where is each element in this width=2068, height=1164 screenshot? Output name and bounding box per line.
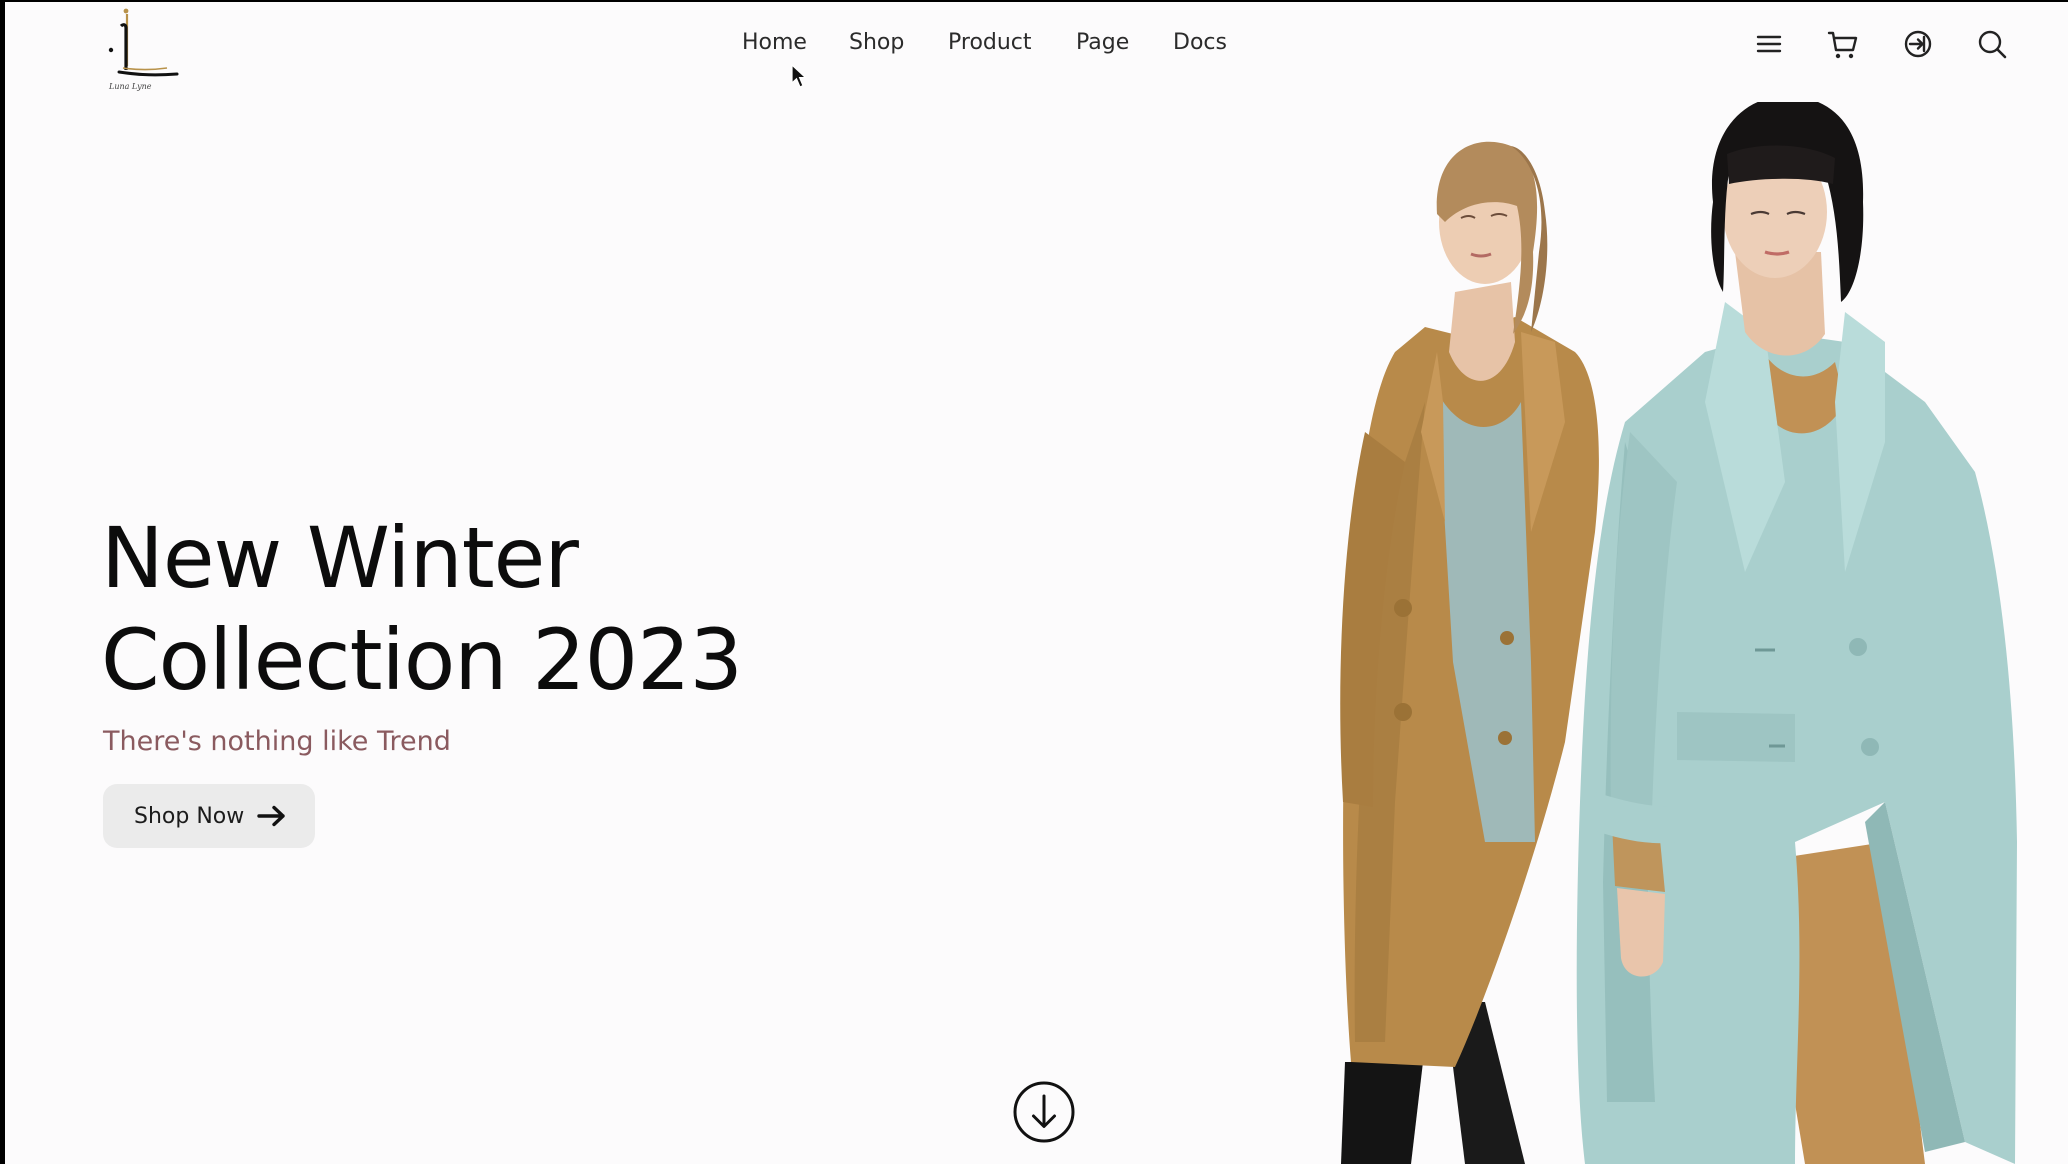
menu-icon[interactable] (1751, 26, 1787, 62)
shop-now-button[interactable]: Shop Now (103, 784, 315, 848)
shop-now-label: Shop Now (134, 803, 245, 829)
logo-script: Luna Lyne (108, 82, 152, 91)
login-icon[interactable] (1900, 26, 1936, 62)
nav-product[interactable]: Product (948, 30, 1032, 55)
landing-page: Luna Lyne Home Shop Product Page Docs Ne… (5, 2, 2068, 1164)
nav-docs[interactable]: Docs (1173, 30, 1227, 55)
brand-logo[interactable]: Luna Lyne (103, 4, 183, 96)
cart-icon[interactable] (1825, 26, 1861, 62)
hero-models-image (1340, 102, 2017, 1164)
nav-page[interactable]: Page (1076, 30, 1129, 55)
hero-title-line-2: Collection 2023 (101, 611, 743, 709)
arrow-down-circle-icon[interactable] (1011, 1079, 1077, 1145)
hero-title-line-1: New Winter (101, 509, 579, 607)
nav-home[interactable]: Home (742, 30, 807, 55)
hero-subtitle: There's nothing like Trend (103, 726, 451, 757)
mouse-cursor-icon (791, 64, 808, 88)
hero-title: New Winter Collection 2023 (101, 507, 821, 711)
logo-mark: Luna Lyne (108, 8, 179, 91)
arrow-right-icon (257, 805, 285, 827)
search-icon[interactable] (1974, 26, 2010, 62)
nav-shop[interactable]: Shop (849, 30, 904, 55)
